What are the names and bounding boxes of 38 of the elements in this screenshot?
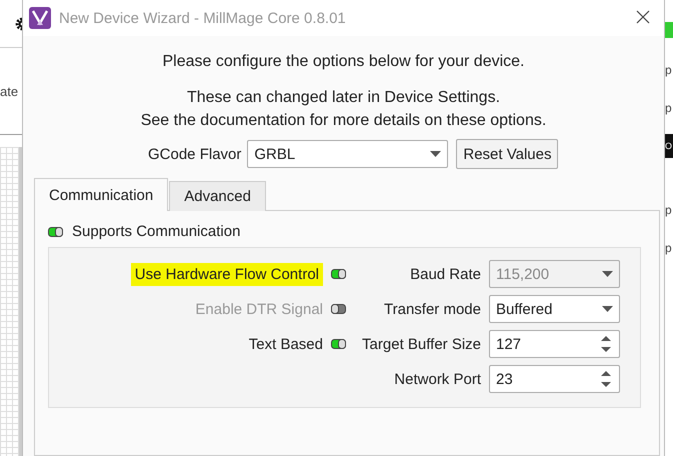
toggle-switch[interactable] [331, 269, 346, 279]
toggle-label: Use Hardware Flow Control [130, 262, 323, 286]
toggle-switch[interactable] [331, 339, 346, 349]
close-button[interactable] [636, 10, 652, 26]
number-field[interactable]: 127 [489, 330, 620, 358]
tab[interactable]: Communication [34, 178, 168, 211]
background-text: p [665, 240, 673, 257]
field-label: Transfer mode [384, 300, 481, 318]
field-label: Target Buffer Size [362, 336, 481, 352]
field-label: Network Port [394, 370, 481, 388]
window-title: New Device Wizard - MillMage Core 0.8.01 [59, 10, 347, 26]
background-text: p [665, 100, 673, 117]
toggle-label: Enable DTR Signal [195, 300, 323, 318]
reset-values-button[interactable]: Reset Values [456, 139, 558, 169]
field-label: Baud Rate [410, 266, 481, 282]
background-text: O [665, 134, 673, 158]
number-field[interactable]: 23 [489, 365, 620, 393]
dropdown-field[interactable]: Buffered [489, 295, 620, 323]
intro-text: Please configure the options below for your device. [162, 52, 524, 72]
toggle-switch[interactable] [48, 226, 63, 236]
gcode-flavor-select[interactable]: GRBL [247, 140, 448, 168]
app-logo-icon [29, 7, 51, 29]
caret-icon [602, 306, 613, 312]
close-icon [636, 10, 650, 24]
spinner-icon[interactable] [599, 369, 613, 389]
intro-text: These can changed later in Device Settings. [186, 88, 500, 108]
status-indicator [665, 22, 673, 38]
background-text: p [665, 62, 673, 79]
toggle-label: Text Based [248, 336, 323, 352]
toggle-label: Supports Communication [72, 223, 240, 240]
field-label: GCode Flavor [148, 146, 242, 162]
intro-text: See the documentation for more details on these options. [140, 111, 546, 131]
caret-icon [602, 271, 613, 277]
background-text: ate [0, 84, 18, 98]
background-text: p [665, 202, 673, 219]
tab[interactable]: Advanced [169, 181, 266, 211]
spinner-icon[interactable] [599, 334, 613, 354]
caret-icon [430, 151, 442, 157]
